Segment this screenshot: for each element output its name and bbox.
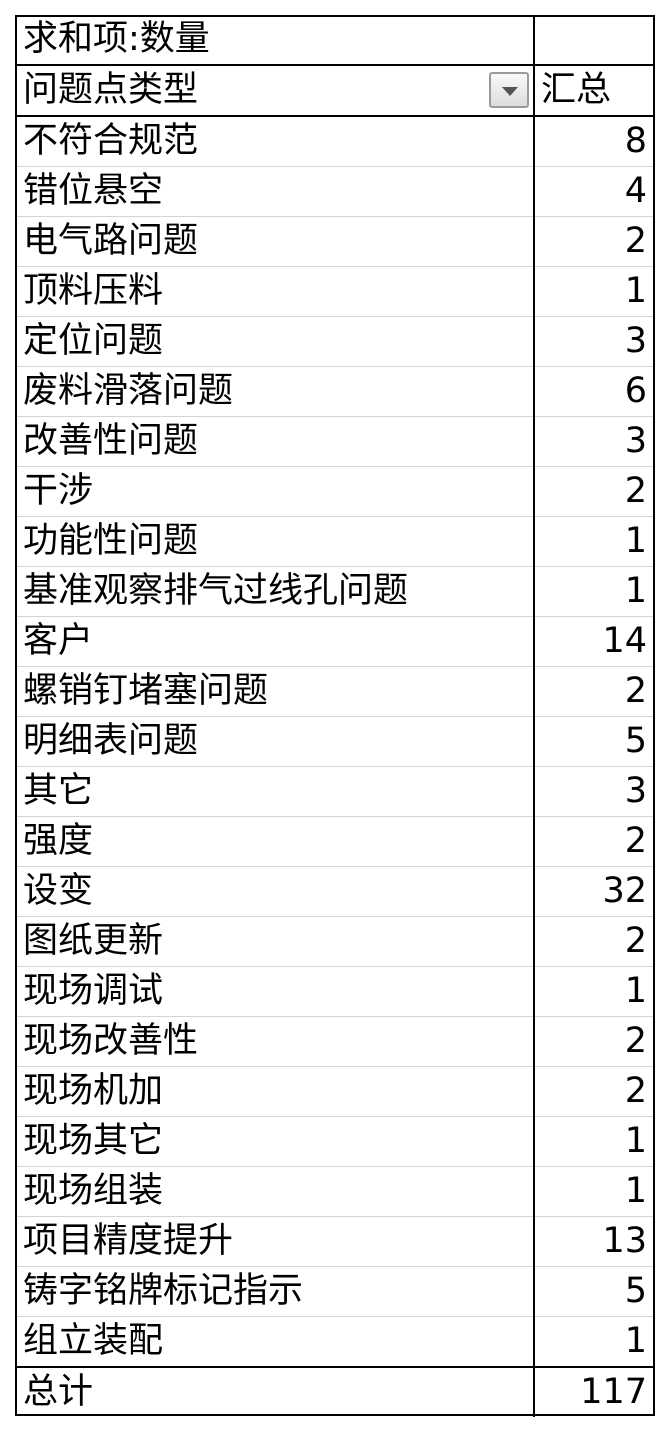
- row-label-cell[interactable]: 强度: [15, 816, 534, 867]
- grand-total-value[interactable]: 117: [533, 1366, 655, 1417]
- row-value-cell[interactable]: 2: [533, 666, 655, 717]
- row-value-cell[interactable]: 1: [533, 566, 655, 617]
- row-label-cell[interactable]: 基准观察排气过线孔问题: [15, 566, 534, 617]
- row-label-cell[interactable]: 铸字铭牌标记指示: [15, 1266, 534, 1317]
- pivot-title-cell[interactable]: 求和项:数量: [15, 15, 534, 65]
- row-value-cell[interactable]: 2: [533, 216, 655, 267]
- row-label-cell[interactable]: 现场调试: [15, 966, 534, 1017]
- row-value-cell[interactable]: 5: [533, 716, 655, 767]
- row-value-cell[interactable]: 2: [533, 466, 655, 517]
- row-label-cell[interactable]: 错位悬空: [15, 166, 534, 217]
- row-header-label: 问题点类型: [23, 70, 199, 110]
- row-label-cell[interactable]: 不符合规范: [15, 115, 534, 167]
- table-row: 基准观察排气过线孔问题 1: [15, 566, 655, 617]
- table-row: 其它 3: [15, 766, 655, 817]
- table-row: 组立装配 1: [15, 1316, 655, 1367]
- row-value-cell[interactable]: 8: [533, 115, 655, 167]
- row-label-cell[interactable]: 废料滑落问题: [15, 366, 534, 417]
- table-row: 铸字铭牌标记指示 5: [15, 1266, 655, 1317]
- row-value-cell[interactable]: 1: [533, 266, 655, 317]
- pivot-table: 求和项:数量 问题点类型 汇总 不符合规范 8 错位悬空 4 电气路问题 2 顶料压料 1 定位…: [15, 15, 655, 1417]
- row-value-cell[interactable]: 2: [533, 1066, 655, 1117]
- pivot-header-row: 问题点类型 汇总: [15, 64, 655, 116]
- table-row: 现场改善性 2: [15, 1016, 655, 1067]
- row-value-cell[interactable]: 1: [533, 1166, 655, 1217]
- row-value-cell[interactable]: 3: [533, 416, 655, 467]
- row-value-cell[interactable]: 1: [533, 516, 655, 567]
- row-value-cell[interactable]: 3: [533, 316, 655, 367]
- value-header-cell[interactable]: 汇总: [533, 64, 655, 116]
- row-value-cell[interactable]: 14: [533, 616, 655, 667]
- row-value-cell[interactable]: 3: [533, 766, 655, 817]
- row-value-cell[interactable]: 32: [533, 866, 655, 917]
- table-row: 功能性问题 1: [15, 516, 655, 567]
- row-label-cell[interactable]: 项目精度提升: [15, 1216, 534, 1267]
- table-row: 现场其它 1: [15, 1116, 655, 1167]
- table-row: 顶料压料 1: [15, 266, 655, 317]
- row-label-cell[interactable]: 设变: [15, 866, 534, 917]
- table-row: 螺销钉堵塞问题 2: [15, 666, 655, 717]
- pivot-title-empty-cell[interactable]: [533, 15, 655, 65]
- row-label-cell[interactable]: 现场其它: [15, 1116, 534, 1167]
- table-row: 项目精度提升 13: [15, 1216, 655, 1267]
- dropdown-arrow-icon: [502, 87, 518, 96]
- row-label-cell[interactable]: 现场改善性: [15, 1016, 534, 1067]
- table-row: 客户 14: [15, 616, 655, 667]
- table-row: 定位问题 3: [15, 316, 655, 367]
- row-value-cell[interactable]: 2: [533, 1016, 655, 1067]
- row-label-cell[interactable]: 改善性问题: [15, 416, 534, 467]
- pivot-title-row: 求和项:数量: [15, 15, 655, 65]
- row-label-cell[interactable]: 功能性问题: [15, 516, 534, 567]
- row-label-cell[interactable]: 现场机加: [15, 1066, 534, 1117]
- row-filter-button[interactable]: [489, 72, 529, 108]
- table-row: 电气路问题 2: [15, 216, 655, 267]
- table-row: 废料滑落问题 6: [15, 366, 655, 417]
- row-value-cell[interactable]: 2: [533, 816, 655, 867]
- row-label-cell[interactable]: 明细表问题: [15, 716, 534, 767]
- row-value-cell[interactable]: 2: [533, 916, 655, 967]
- row-label-cell[interactable]: 电气路问题: [15, 216, 534, 267]
- grand-total-row: 总计 117: [15, 1366, 655, 1417]
- table-row: 不符合规范 8: [15, 115, 655, 167]
- table-row: 强度 2: [15, 816, 655, 867]
- table-row: 现场调试 1: [15, 966, 655, 1017]
- row-value-cell[interactable]: 5: [533, 1266, 655, 1317]
- row-value-cell[interactable]: 4: [533, 166, 655, 217]
- table-row: 明细表问题 5: [15, 716, 655, 767]
- row-value-cell[interactable]: 1: [533, 966, 655, 1017]
- table-row: 错位悬空 4: [15, 166, 655, 217]
- row-label-cell[interactable]: 客户: [15, 616, 534, 667]
- row-header-wrap: 问题点类型: [23, 67, 533, 115]
- row-label-cell[interactable]: 现场组装: [15, 1166, 534, 1217]
- row-header-cell[interactable]: 问题点类型: [15, 64, 534, 116]
- row-value-cell[interactable]: 6: [533, 366, 655, 417]
- row-label-cell[interactable]: 螺销钉堵塞问题: [15, 666, 534, 717]
- row-label-cell[interactable]: 顶料压料: [15, 266, 534, 317]
- row-label-cell[interactable]: 图纸更新: [15, 916, 534, 967]
- table-row: 干涉 2: [15, 466, 655, 517]
- table-row: 现场机加 2: [15, 1066, 655, 1117]
- row-value-cell[interactable]: 1: [533, 1316, 655, 1367]
- row-label-cell[interactable]: 干涉: [15, 466, 534, 517]
- row-value-cell[interactable]: 13: [533, 1216, 655, 1267]
- row-value-cell[interactable]: 1: [533, 1116, 655, 1167]
- row-label-cell[interactable]: 组立装配: [15, 1316, 534, 1367]
- table-row: 改善性问题 3: [15, 416, 655, 467]
- grand-total-label[interactable]: 总计: [15, 1366, 534, 1417]
- table-row: 图纸更新 2: [15, 916, 655, 967]
- row-label-cell[interactable]: 定位问题: [15, 316, 534, 367]
- table-row: 现场组装 1: [15, 1166, 655, 1217]
- row-label-cell[interactable]: 其它: [15, 766, 534, 817]
- table-row: 设变 32: [15, 866, 655, 917]
